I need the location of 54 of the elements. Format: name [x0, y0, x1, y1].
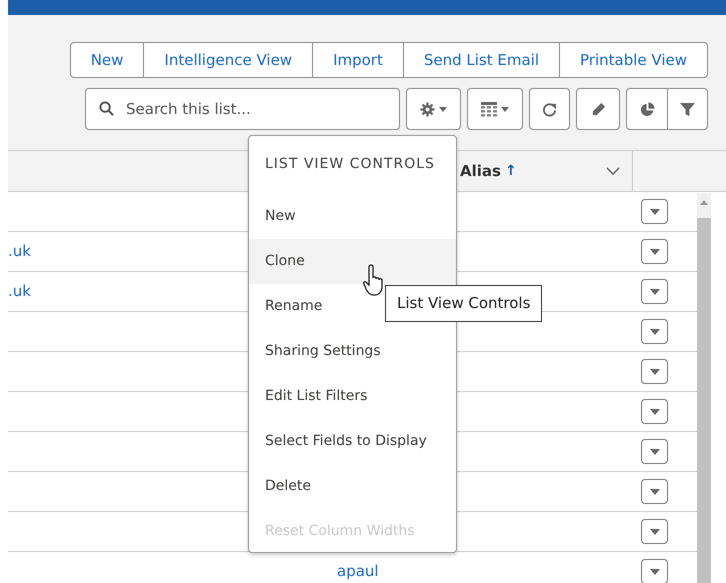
- caret-icon: [650, 288, 660, 294]
- row-actions-button[interactable]: [641, 199, 668, 224]
- action-button[interactable]: New: [70, 42, 144, 78]
- menu-item[interactable]: Select Fields to Display: [249, 419, 456, 464]
- action-button[interactable]: Printable View: [559, 42, 708, 78]
- row-actions-button[interactable]: [641, 399, 668, 424]
- edit-button[interactable]: [576, 88, 620, 130]
- menu-item[interactable]: Clone: [249, 239, 456, 284]
- pencil-icon: [590, 102, 606, 116]
- menu-title: LIST VIEW CONTROLS: [264, 155, 436, 174]
- chevron-down-icon[interactable]: [606, 167, 620, 175]
- sort-indicator: ↑: [504, 162, 517, 180]
- caret-icon: [650, 408, 660, 414]
- row-actions-button[interactable]: [641, 359, 668, 384]
- row-actions-button[interactable]: [641, 519, 668, 544]
- menu-item[interactable]: Sharing Settings: [249, 329, 456, 374]
- caret-icon: [501, 106, 509, 112]
- caret-icon: [650, 528, 660, 534]
- settings-icon: [420, 102, 435, 116]
- column-header[interactable]: Alias: [460, 160, 501, 182]
- row-actions-button[interactable]: [641, 319, 668, 344]
- table-icon: [481, 102, 497, 116]
- settings-dropdown[interactable]: [406, 88, 461, 130]
- caret-icon: [439, 106, 447, 112]
- record-link[interactable]: .uk: [8, 280, 31, 303]
- caret-icon: [650, 328, 660, 334]
- caret-icon: [650, 448, 660, 454]
- row-actions-button[interactable]: [641, 559, 668, 583]
- caret-icon: [650, 208, 660, 214]
- row-actions-button[interactable]: [641, 239, 668, 264]
- search-field[interactable]: Search this list...: [85, 88, 400, 130]
- menu-item[interactable]: New: [249, 194, 456, 239]
- row-actions-button[interactable]: [641, 439, 668, 464]
- record-link[interactable]: .uk: [8, 240, 31, 263]
- charts-button[interactable]: [626, 88, 668, 130]
- tooltip: List View Controls: [385, 285, 542, 322]
- menu-item[interactable]: Delete: [249, 464, 456, 509]
- caret-icon: [650, 368, 660, 374]
- filter-button[interactable]: [667, 88, 708, 130]
- caret-icon: [650, 248, 660, 254]
- row-actions-button[interactable]: [641, 479, 668, 504]
- caret-icon: [650, 568, 660, 574]
- caret-icon: [650, 488, 660, 494]
- row-actions-button[interactable]: [641, 279, 668, 304]
- refresh-icon: [542, 102, 557, 116]
- pie-chart-icon: [640, 102, 654, 116]
- alias-link[interactable]: apaul: [337, 560, 379, 583]
- action-button[interactable]: Import: [312, 42, 404, 78]
- display-as-dropdown[interactable]: [467, 88, 523, 130]
- filter-icon: [680, 102, 695, 116]
- menu-item[interactable]: Edit List Filters: [249, 374, 456, 419]
- refresh-button[interactable]: [529, 88, 570, 130]
- action-button[interactable]: Send List Email: [402, 42, 560, 78]
- action-button[interactable]: Intelligence View: [143, 42, 314, 78]
